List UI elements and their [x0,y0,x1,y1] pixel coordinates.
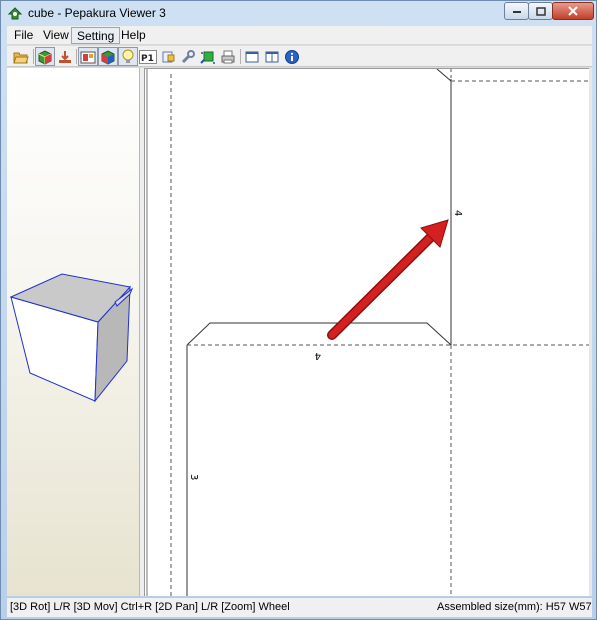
maximize-button[interactable] [528,2,553,20]
menu-bar: File View Setting Help [7,26,592,45]
status-hint-text: [3D Rot] L/R [3D Mov] Ctrl+R [2D Pan] L/… [10,601,290,613]
3d-2d-split-icon [101,49,115,65]
page-number-icon: P1 [139,49,157,64]
open-folder-icon [13,52,29,63]
toolbar-separator [76,49,77,64]
3d-view-icon [38,49,52,65]
texture-icon [162,51,175,62]
view-split-button[interactable] [98,47,118,66]
edge-label-3: 3 [188,474,199,480]
minimize-icon [512,11,521,13]
maximize-icon [535,6,546,16]
pane-border [589,68,592,596]
edge-label-4-vertical: 4 [452,210,463,216]
unfold-icon [59,50,71,63]
red-arrow-annotation [327,219,449,340]
texture-button[interactable] [158,47,178,66]
3d-view-pane[interactable] [7,68,140,596]
info-button[interactable] [282,47,302,66]
app-window: cube - Pepakura Viewer 3 File View Setti… [0,0,597,620]
layout-single-icon [245,51,259,62]
status-bar: [3D Rot] L/R [3D Mov] Ctrl+R [2D Pan] L/… [7,597,592,617]
print-icon [221,50,235,63]
edge-label-4-horizontal: 4 [315,350,321,361]
svg-text:P1: P1 [141,54,154,64]
flap-edge [436,69,452,82]
green-flap-icon [200,51,215,64]
close-icon [568,6,578,16]
toolbar-separator [33,49,34,64]
settings-button[interactable] [178,47,198,66]
layout-single-button[interactable] [242,47,262,66]
title-bar[interactable]: cube - Pepakura Viewer 3 [1,1,596,25]
pepakura-app-icon [7,5,23,21]
open-button[interactable] [11,47,31,66]
layout-dual-button[interactable] [262,47,282,66]
2d-pattern-pane[interactable]: 4 4 3 [145,68,589,596]
window-title: cube - Pepakura Viewer 3 [28,6,166,20]
minimize-button[interactable] [504,2,529,20]
flap-button[interactable] [198,47,218,66]
menu-view[interactable]: View [38,27,74,44]
layout-dual-icon [265,51,279,62]
page-number-button[interactable]: P1 [138,47,158,66]
menu-file[interactable]: File [9,27,38,44]
menu-help[interactable]: Help [116,27,151,44]
light-button[interactable] [118,47,138,66]
3d-cube-model [9,273,134,403]
settings-wrench-icon [181,49,195,63]
lightbulb-icon [122,49,134,63]
info-icon [285,49,299,64]
close-button[interactable] [552,2,594,20]
toolbar: P1 [7,46,592,67]
2d-view-icon [80,51,96,63]
view-3d-button[interactable] [35,47,55,66]
menu-setting[interactable]: Setting [71,27,121,44]
glue-flap [186,322,452,346]
print-button[interactable] [218,47,238,66]
view-2d-button[interactable] [78,47,98,66]
unfold-button[interactable] [55,47,75,66]
toolbar-separator [240,49,241,64]
assembled-size-text: Assembled size(mm): H57 W57 [437,601,592,613]
unfolded-pattern: 4 4 3 [146,69,589,596]
